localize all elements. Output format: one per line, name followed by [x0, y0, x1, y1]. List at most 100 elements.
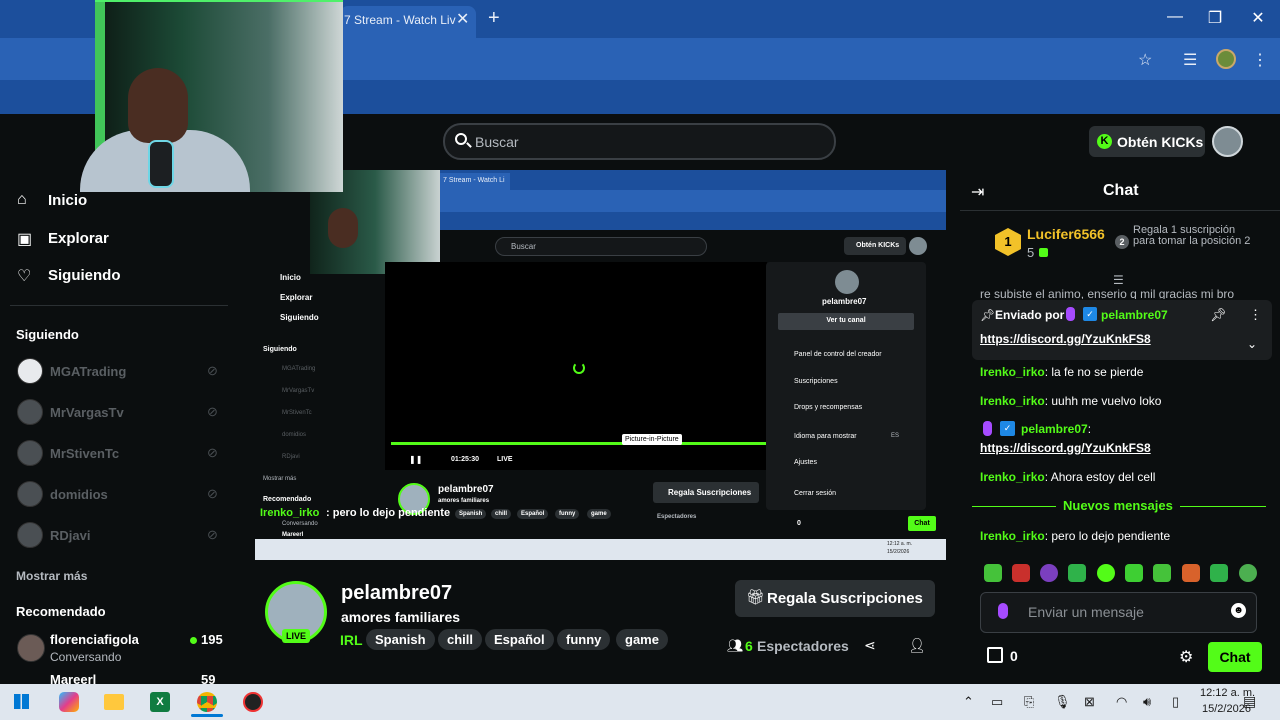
tab-close-icon[interactable]: ✕ [456, 9, 469, 29]
top-gifter-count: 5 [1027, 245, 1035, 260]
emote-icon[interactable] [1125, 564, 1143, 582]
emote-icon[interactable] [1182, 564, 1200, 582]
collapse-chat-icon[interactable]: ⇥ [971, 182, 984, 202]
emote-icon[interactable] [1210, 564, 1228, 582]
channel-avatar [17, 440, 43, 466]
tray-app-icon[interactable]: ▭ [991, 694, 1003, 710]
emote-icon[interactable] [1239, 564, 1257, 582]
minimize-button[interactable]: — [1160, 8, 1190, 26]
pin-icon: 📌︎ [980, 308, 996, 322]
tag-game[interactable]: game [616, 629, 668, 650]
emote-icon[interactable] [984, 564, 1002, 582]
sidebar-channel-mgatrading[interactable]: MGATrading [50, 364, 126, 379]
emote-icon[interactable] [1040, 564, 1058, 582]
pinned-link[interactable]: https://discord.gg/YzuKnkFS8 [980, 332, 1151, 346]
sidebar-channel-mrvargastv[interactable]: MrVargasTv [50, 405, 124, 420]
follow-user-icon[interactable]: 👤︎ [908, 637, 926, 654]
kicks-coin-icon: K [1097, 134, 1112, 149]
get-kicks-label: Obtén KICKs [1117, 134, 1204, 150]
notifications-icon[interactable]: ▤ [1243, 693, 1256, 710]
recommended-channel-category: Conversando [50, 650, 122, 664]
nav-explorar[interactable]: Explorar [48, 230, 109, 247]
chat-username[interactable]: Irenko_irko [980, 470, 1045, 484]
stream-category[interactable]: IRL [340, 632, 363, 648]
chat-username[interactable]: Irenko_irko [980, 394, 1045, 408]
obs-icon[interactable] [243, 692, 263, 712]
pinned-user[interactable]: pelambre07 [1101, 308, 1168, 322]
profile-icon[interactable] [1216, 49, 1236, 69]
menu-item: Ajustes [794, 459, 817, 466]
nested-recommended-sub: Conversando [282, 521, 318, 527]
chat-username[interactable]: Irenko_irko [980, 365, 1045, 379]
chevron-down-icon[interactable]: ⌄ [1247, 337, 1257, 351]
nested-taskbar [255, 539, 946, 560]
excel-icon[interactable]: X [150, 692, 170, 712]
recommended-channel-name[interactable]: florenciafigola [50, 632, 139, 647]
pinned-menu-icon[interactable]: ⋮ [1249, 307, 1262, 323]
nav-inicio[interactable]: Inicio [48, 192, 87, 209]
close-window-button[interactable]: ✕ [1243, 8, 1273, 28]
nested-chat-button: Chat [908, 516, 936, 531]
new-tab-button[interactable]: + [488, 7, 500, 30]
kicks-wallet-icon[interactable] [987, 647, 1003, 663]
chrome-icon[interactable] [197, 692, 217, 712]
pinned-label: Enviado por [995, 308, 1065, 322]
chat-username[interactable]: Irenko_irko [980, 529, 1045, 543]
chat-title: Chat [1103, 182, 1139, 199]
microphone-icon[interactable]: 🎙︎ [1054, 694, 1071, 710]
tag-espanol[interactable]: Español [485, 629, 554, 650]
nested-tag: chill [491, 509, 512, 519]
viewer-count: 6 [745, 638, 753, 654]
sidebar-channel-mrstiventc[interactable]: MrStivenTc [50, 446, 119, 461]
emoji-picker-icon[interactable]: ☻ [1231, 603, 1246, 618]
nested-kicks-count: 0 [797, 520, 801, 527]
nav-siguiendo[interactable]: Siguiendo [48, 267, 121, 284]
send-chat-button[interactable]: Chat [1208, 642, 1262, 672]
leaderboard-expand-icon[interactable]: ☰ [1113, 273, 1124, 287]
share-icon[interactable]: ⋖ [864, 637, 876, 654]
tray-overflow-icon[interactable]: ⌃ [963, 694, 974, 710]
tag-funny[interactable]: funny [557, 629, 611, 650]
nested-channel: MGATrading [282, 366, 316, 372]
sidebar-channel-domidios[interactable]: domidios [50, 487, 108, 502]
more-menu-icon[interactable]: ⋮ [1252, 50, 1268, 70]
emote-icon[interactable] [1153, 564, 1171, 582]
start-button-icon[interactable] [14, 694, 29, 709]
home-icon: ⌂ [17, 191, 27, 208]
file-explorer-icon[interactable] [104, 694, 124, 710]
tag-spanish[interactable]: Spanish [366, 629, 435, 650]
reading-list-icon[interactable]: ☰ [1183, 50, 1197, 70]
bookmark-star-icon[interactable]: ☆ [1138, 50, 1152, 70]
chat-link[interactable]: https://discord.gg/YzuKnkFS8 [980, 441, 1151, 455]
streamer-name[interactable]: pelambre07 [341, 582, 452, 605]
volume-icon[interactable]: 🔊︎ [1143, 694, 1151, 710]
emote-icon[interactable] [1097, 564, 1115, 582]
following-title: Siguiendo [16, 327, 79, 342]
tab-title: 7 Stream - Watch Liv [344, 13, 456, 27]
user-avatar[interactable] [1212, 126, 1243, 157]
emote-icon[interactable] [1012, 564, 1030, 582]
tag-chill[interactable]: chill [438, 629, 483, 650]
chat-username[interactable]: pelambre07 [1021, 422, 1088, 436]
sidebar-channel-rdjavi[interactable]: RDjavi [50, 528, 90, 543]
nested-channel: domidios [282, 432, 307, 438]
wifi-icon[interactable]: ◠ [1116, 694, 1127, 710]
recommended-channel-name[interactable]: Mareerl [50, 672, 96, 684]
chat-settings-icon[interactable]: ⚙ [1179, 647, 1193, 667]
tray-app-icon[interactable]: ⎘ [1024, 694, 1034, 710]
nested-kicks-button: Obtén KICKs [844, 237, 906, 255]
nested-streamer-name: pelambre07 [438, 484, 494, 495]
top-gifter-name[interactable]: Lucifer6566 [1027, 226, 1105, 242]
nested-gift-button: Regala Suscripciones [653, 482, 759, 503]
nested-channel: MrStivenTc [282, 410, 312, 416]
recommended-title: Recomendado [16, 604, 106, 619]
copilot-icon[interactable] [59, 692, 79, 712]
loading-spinner-icon [573, 362, 585, 374]
show-more-link[interactable]: Mostrar más [16, 569, 87, 583]
tray-app-icon[interactable]: ⊠ [1084, 694, 1095, 710]
emote-icon[interactable] [1068, 564, 1086, 582]
battery-icon[interactable]: ▯ [1172, 694, 1179, 710]
chat-text: : pero lo dejo pendiente [1044, 529, 1171, 543]
maximize-button[interactable]: ❐ [1200, 8, 1230, 28]
unpin-icon[interactable]: 📌︎ [1210, 307, 1227, 323]
